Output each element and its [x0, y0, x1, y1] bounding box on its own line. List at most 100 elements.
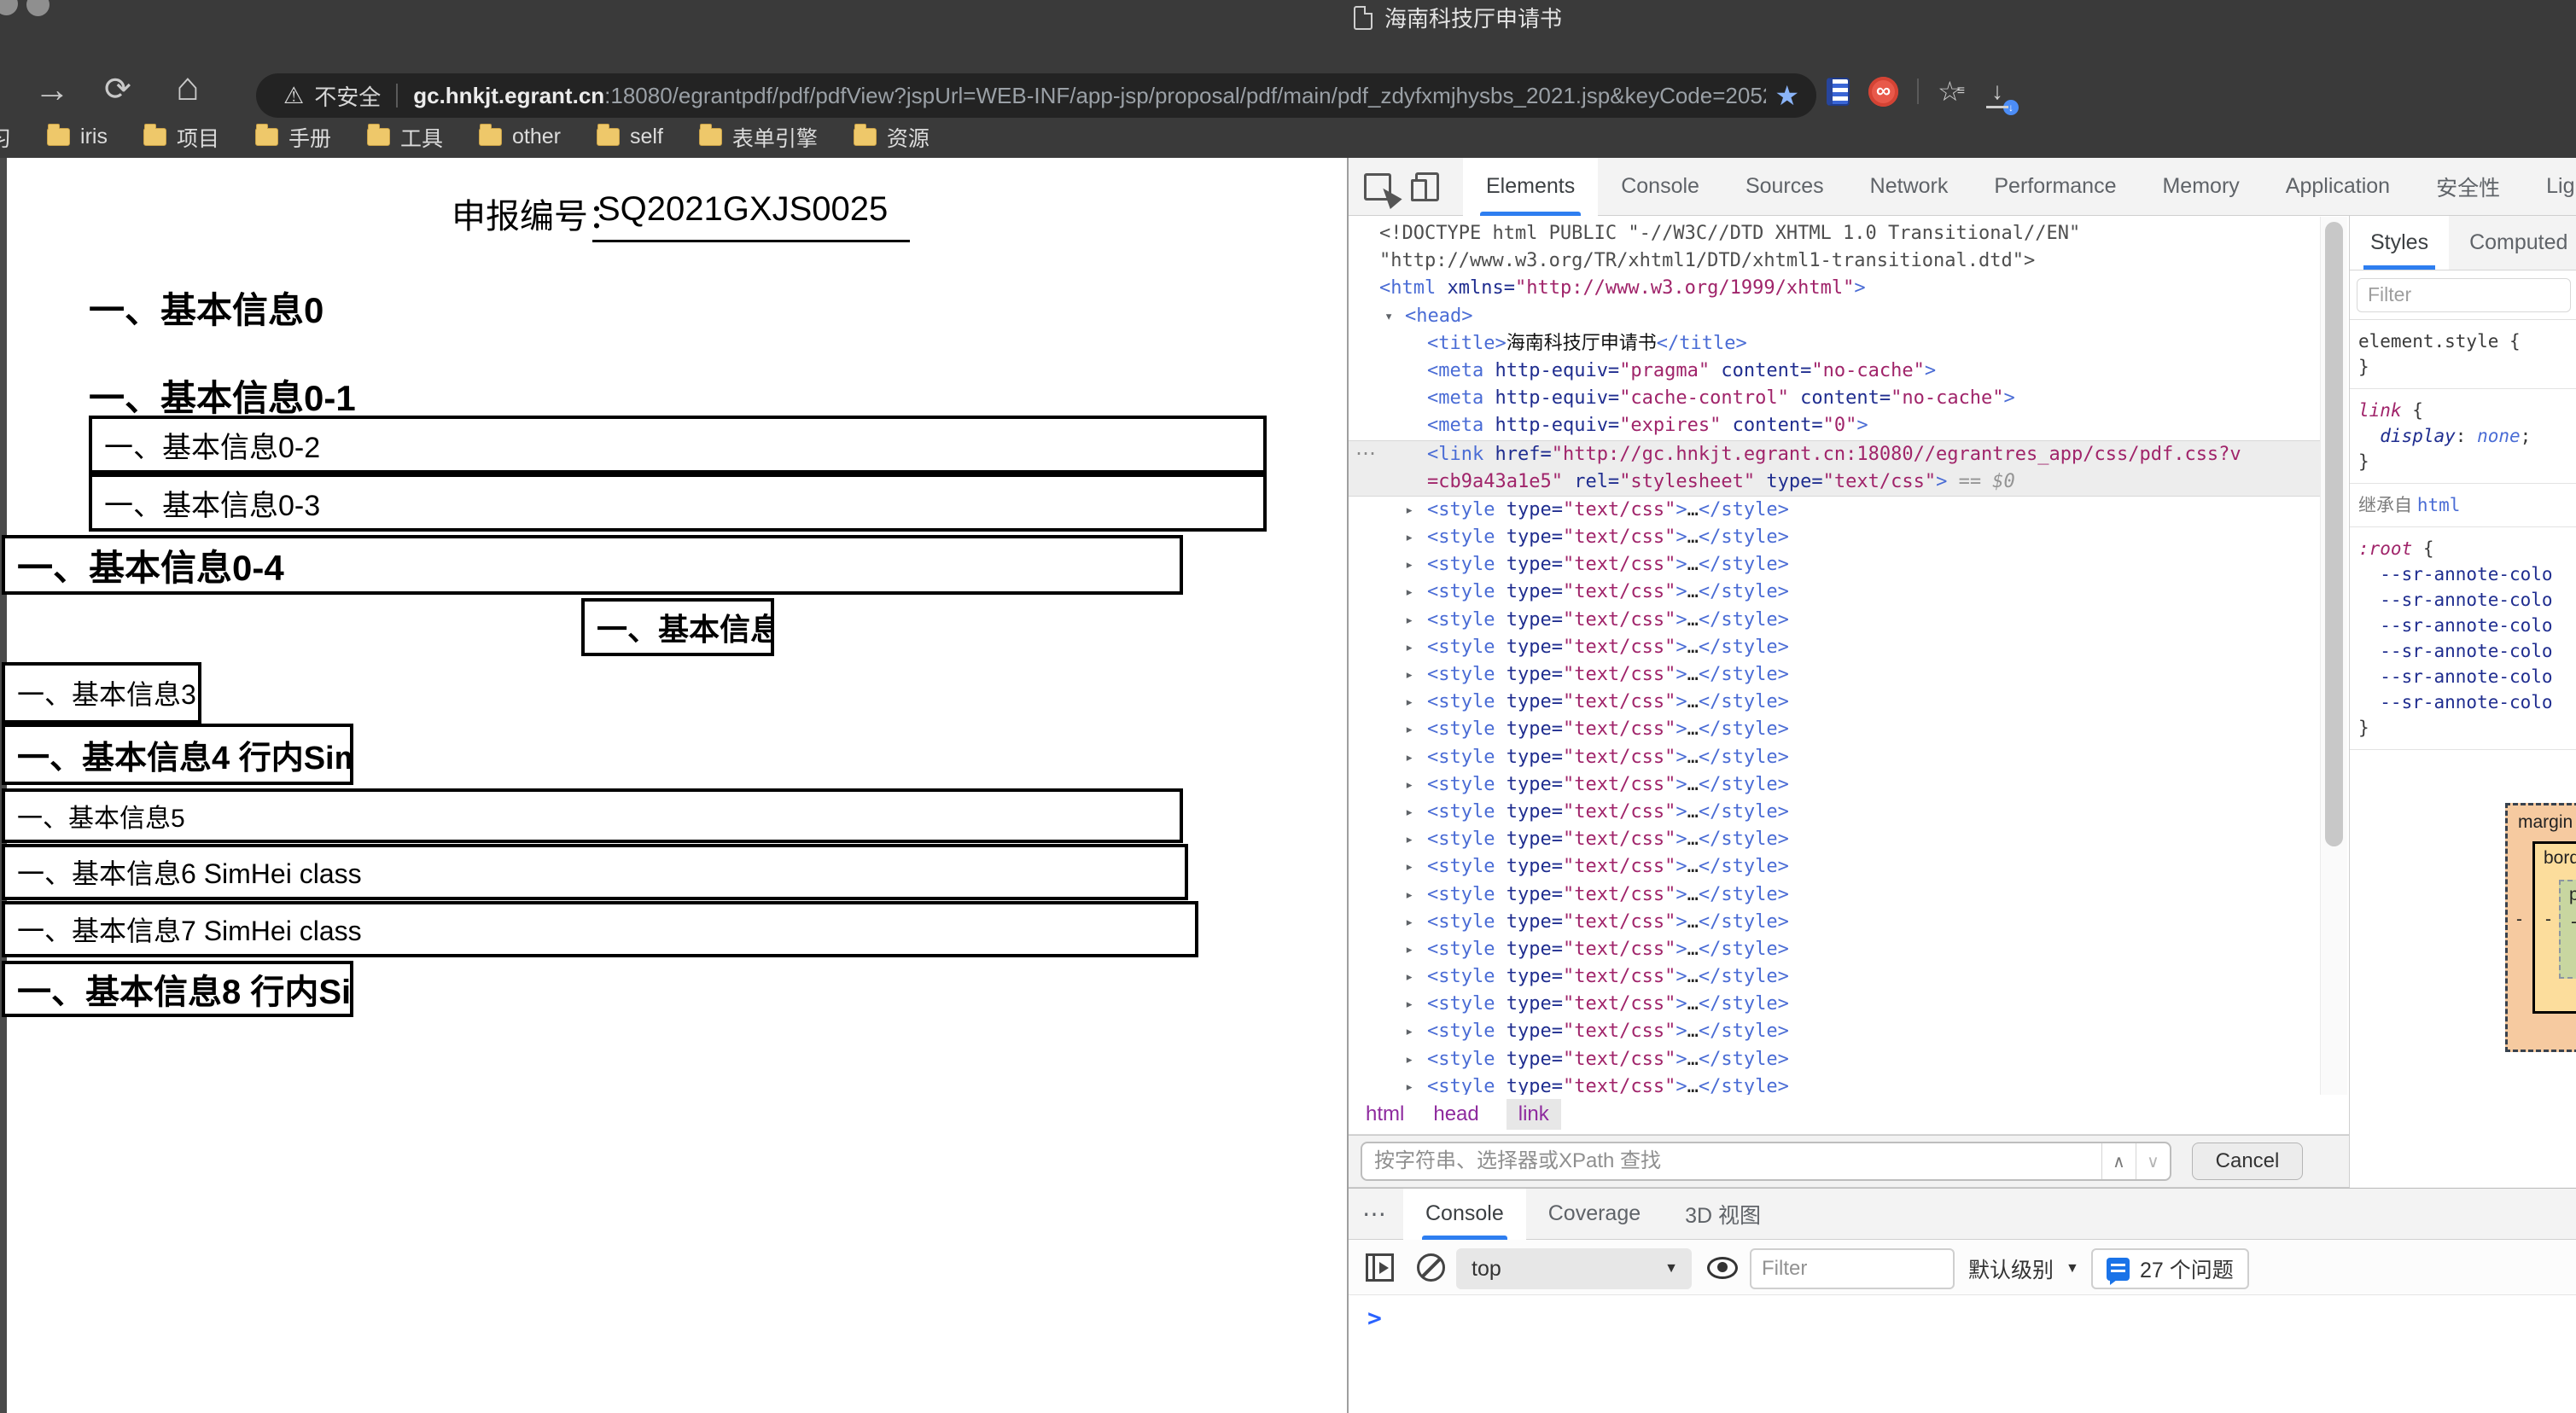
tab-application[interactable]: Application [2263, 158, 2413, 216]
meta-expires-node[interactable]: <meta http-equiv="expires" content="0"> [1349, 412, 2322, 439]
collapsed-arrow-icon[interactable]: ▸ [1405, 579, 1413, 606]
style-node[interactable]: ▸<style type="text/css">…</style> [1349, 909, 2322, 936]
home-button[interactable]: ⌂ [176, 68, 200, 104]
box-model-padding[interactable]: padding - [2559, 880, 2576, 979]
styles-filter-input[interactable] [2357, 278, 2571, 312]
url-text[interactable]: gc.hnkjt.egrant.cn:18080/egrantpdf/pdf/p… [413, 83, 1766, 109]
bookmark-star-icon[interactable]: ★ [1775, 79, 1799, 112]
collapsed-arrow-icon[interactable]: ▸ [1405, 909, 1413, 936]
tree-scrollbar-thumb[interactable] [2325, 222, 2343, 846]
device-toolbar-icon[interactable] [1415, 172, 1439, 201]
collapsed-arrow-icon[interactable]: ▸ [1405, 771, 1413, 799]
console-sidebar-toggle-icon[interactable] [1366, 1253, 1394, 1282]
link-rule[interactable]: link { display: none;} [2350, 389, 2576, 484]
meta-cache-control-node[interactable]: <meta http-equiv="cache-control" content… [1349, 385, 2322, 412]
style-node[interactable]: ▸<style type="text/css">…</style> [1349, 963, 2322, 991]
console-filter-input[interactable] [1750, 1248, 1955, 1289]
bookmark-folder-item[interactable]: 表单引擎 [699, 122, 818, 153]
collapsed-arrow-icon[interactable]: ▸ [1405, 524, 1413, 551]
breadcrumb-html[interactable]: html [1364, 1099, 1406, 1130]
search-cancel-button[interactable]: Cancel [2192, 1143, 2303, 1180]
tab-sources[interactable]: Sources [1722, 158, 1847, 216]
bookmark-folder-item[interactable]: iris [47, 125, 108, 149]
html-node[interactable]: <html xmlns="http://www.w3.org/1999/xhtm… [1349, 275, 2322, 302]
bookmark-folder-item[interactable]: 项目 [143, 122, 219, 153]
style-node[interactable]: ▸<style type="text/css">…</style> [1349, 661, 2322, 689]
drawer-tab-3d-视图[interactable]: 3D 视图 [1663, 1189, 1783, 1240]
tab-lighthouse[interactable]: Lighthouse [2523, 158, 2576, 216]
console-prompt-chevron[interactable]: > [1367, 1304, 1382, 1332]
tab-安全性[interactable]: 安全性 [2413, 158, 2523, 216]
style-node[interactable]: ▸<style type="text/css">…</style> [1349, 826, 2322, 853]
box-model-margin-value[interactable]: - [2516, 910, 2522, 930]
search-next-icon[interactable]: ∨ [2136, 1143, 2170, 1179]
drawer-tab-coverage[interactable]: Coverage [1526, 1189, 1663, 1240]
style-node[interactable]: ▸<style type="text/css">…</style> [1349, 689, 2322, 716]
link-node[interactable]: ⋯<link href="http://gc.hnkjt.egrant.cn:1… [1349, 440, 2322, 497]
issues-button[interactable]: 27 个问题 [2091, 1248, 2249, 1289]
collapsed-arrow-icon[interactable]: ▸ [1405, 1046, 1413, 1073]
collapsed-arrow-icon[interactable]: ▸ [1405, 853, 1413, 881]
style-node[interactable]: ▸<style type="text/css">…</style> [1349, 1046, 2322, 1073]
root-rule[interactable]: :root { --sr-annote-colo --sr-annote-col… [2350, 527, 2576, 750]
console-clear-icon[interactable] [1417, 1253, 1445, 1282]
box-model-border[interactable]: border - padding - [2532, 841, 2576, 1014]
collapsed-arrow-icon[interactable]: ▸ [1405, 963, 1413, 991]
style-node[interactable]: ▸<style type="text/css">…</style> [1349, 853, 2322, 881]
box-model-border-value[interactable]: - [2545, 910, 2551, 930]
style-node[interactable]: ▸<style type="text/css">…</style> [1349, 634, 2322, 661]
collapsed-arrow-icon[interactable]: ▸ [1405, 881, 1413, 909]
style-node[interactable]: ▸<style type="text/css">…</style> [1349, 771, 2322, 799]
style-node[interactable]: ▸<style type="text/css">…</style> [1349, 1018, 2322, 1045]
forward-button[interactable]: → [34, 72, 70, 108]
tab-performance[interactable]: Performance [1971, 158, 2139, 216]
element-style-rule[interactable]: element.style {} [2350, 320, 2576, 389]
drawer-more-icon[interactable]: ⋯ [1362, 1200, 1388, 1228]
tab-console[interactable]: Console [1598, 158, 1722, 216]
style-node[interactable]: ▸<style type="text/css">…</style> [1349, 936, 2322, 963]
style-node[interactable]: ▸<style type="text/css">…</style> [1349, 991, 2322, 1018]
sidebar-tab-computed[interactable]: Computed [2449, 216, 2576, 270]
window-minimize-button[interactable] [26, 0, 50, 16]
doctype-node[interactable]: <!DOCTYPE html PUBLIC "-//W3C//DTD XHTML… [1349, 220, 2322, 275]
collapsed-arrow-icon[interactable]: ▸ [1405, 1073, 1413, 1095]
bookmark-folder-item[interactable]: 学习 [0, 122, 11, 153]
dom-search-input[interactable] [1362, 1149, 2101, 1173]
address-bar[interactable]: ⚠ 不安全 gc.hnkjt.egrant.cn:18080/egrantpdf… [256, 73, 1816, 118]
bookmark-folder-item[interactable]: 手册 [255, 122, 331, 153]
tab-network[interactable]: Network [1847, 158, 1972, 216]
breadcrumb-head[interactable]: head [1431, 1099, 1480, 1130]
downloads-icon[interactable]: ↓↓ [1983, 78, 2012, 105]
bookmark-folder-item[interactable]: other [479, 125, 561, 149]
style-node[interactable]: ▸<style type="text/css">…</style> [1349, 716, 2322, 743]
bookmark-folder-item[interactable]: 工具 [367, 122, 443, 153]
tab-memory[interactable]: Memory [2139, 158, 2262, 216]
collapsed-arrow-icon[interactable]: ▸ [1405, 991, 1413, 1018]
title-node[interactable]: <title>海南科技厅申请书</title> [1349, 330, 2322, 358]
style-node[interactable]: ▸<style type="text/css">…</style> [1349, 881, 2322, 909]
collapsed-arrow-icon[interactable]: ▸ [1405, 744, 1413, 771]
style-node[interactable]: ▸<style type="text/css">…</style> [1349, 1073, 2322, 1095]
collapsed-arrow-icon[interactable]: ▸ [1405, 497, 1413, 524]
box-model-padding-value[interactable]: - [2571, 912, 2576, 933]
tab-elements[interactable]: Elements [1463, 158, 1598, 216]
expanded-arrow-icon[interactable]: ▾ [1384, 303, 1393, 330]
collapsed-arrow-icon[interactable]: ▸ [1405, 634, 1413, 661]
collapsed-arrow-icon[interactable]: ▸ [1405, 551, 1413, 579]
style-node[interactable]: ▸<style type="text/css">…</style> [1349, 524, 2322, 551]
reading-list-icon[interactable]: ☆≡ [1938, 75, 1964, 108]
console-level-select[interactable]: 默认级别 ▼ [1968, 1248, 2079, 1289]
collapsed-arrow-icon[interactable]: ▸ [1405, 826, 1413, 853]
search-previous-icon[interactable]: ∧ [2101, 1143, 2136, 1179]
live-expression-eye-icon[interactable] [1707, 1257, 1738, 1279]
meta-pragma-node[interactable]: <meta http-equiv="pragma" content="no-ca… [1349, 358, 2322, 385]
collapsed-arrow-icon[interactable]: ▸ [1405, 661, 1413, 689]
reload-button[interactable]: ⟳ [104, 72, 131, 108]
style-node[interactable]: ▸<style type="text/css">…</style> [1349, 607, 2322, 634]
notes-extension-icon[interactable] [1827, 78, 1850, 106]
collapsed-arrow-icon[interactable]: ▸ [1405, 689, 1413, 716]
style-node[interactable]: ▸<style type="text/css">…</style> [1349, 799, 2322, 826]
collapsed-arrow-icon[interactable]: ▸ [1405, 607, 1413, 634]
head-node[interactable]: ▾<head> [1349, 303, 2322, 330]
drawer-tab-console[interactable]: Console [1403, 1189, 1526, 1240]
